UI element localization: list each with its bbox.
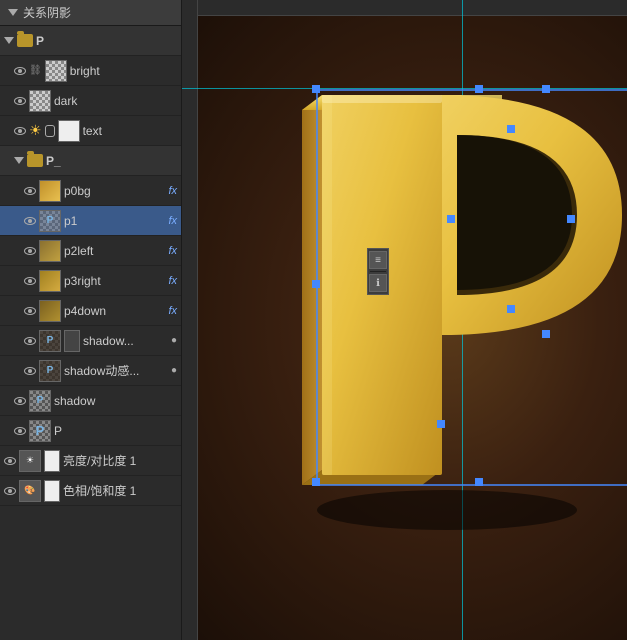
- layer-item-p2left[interactable]: p2left fx: [0, 236, 181, 266]
- layer-name-text: text: [83, 124, 177, 138]
- layer-thumbnail: [39, 180, 61, 202]
- visibility-eye[interactable]: [14, 397, 26, 405]
- fx-badge: fx: [168, 245, 177, 257]
- layer-mask-thumbnail: [44, 480, 60, 502]
- layer-name-shadow-dot: shadow...: [83, 334, 168, 348]
- panel-header: 关系阴影: [0, 0, 181, 26]
- layer-item-brightness[interactable]: ☀ 亮度/对比度 1: [0, 446, 181, 476]
- layer-name-p3right: p3right: [64, 274, 163, 288]
- layer-thumbnail: P: [39, 330, 61, 352]
- smart-filter-dot2: ●: [171, 365, 177, 376]
- visibility-eye[interactable]: [14, 127, 26, 135]
- layer-item-P-single[interactable]: P P: [0, 416, 181, 446]
- layer-item-hue-sat[interactable]: 🎨 色相/饱和度 1: [0, 476, 181, 506]
- layer-thumbnail: [29, 90, 51, 112]
- layers-list: P ⛓ bright dark ☀ text P_: [0, 26, 181, 640]
- layer-thumbnail: [58, 120, 80, 142]
- layer-thumbnail: [39, 300, 61, 322]
- layer-thumbnail: P: [39, 210, 61, 232]
- panel-title: 关系阴影: [23, 4, 71, 21]
- layer-name-shadow: shadow: [54, 394, 177, 408]
- smart-filter-dot: ●: [171, 335, 177, 346]
- fx-badge: fx: [168, 275, 177, 287]
- visibility-eye[interactable]: [24, 277, 36, 285]
- layer-item-shadow-dot[interactable]: P shadow... ●: [0, 326, 181, 356]
- layer-item-bright[interactable]: ⛓ bright: [0, 56, 181, 86]
- folder-icon: [27, 154, 43, 167]
- layer-thumbnail: [45, 60, 67, 82]
- layer-name-brightness: 亮度/对比度 1: [63, 452, 177, 469]
- layer-item-dark[interactable]: dark: [0, 86, 181, 116]
- layer-item-P-group[interactable]: P: [0, 26, 181, 56]
- layer-item-shadow-move[interactable]: P shadow动感... ●: [0, 356, 181, 386]
- float-btn-menu[interactable]: ≡: [369, 251, 387, 269]
- layers-panel: 关系阴影 P ⛓ bright dark ☀ text: [0, 0, 182, 640]
- canvas-letter-P: [262, 50, 627, 530]
- layer-thumbnail: 🎨: [19, 480, 41, 502]
- layer-thumbnail: [39, 240, 61, 262]
- layer-name-p0bg: p0bg: [64, 184, 163, 198]
- float-btn-info[interactable]: ℹ: [369, 274, 387, 292]
- layer-item-p3right[interactable]: p3right fx: [0, 266, 181, 296]
- fx-badge: fx: [168, 215, 177, 227]
- canvas-area: ≡ ℹ: [182, 0, 627, 640]
- layer-mask-thumbnail: [44, 450, 60, 472]
- group-arrow: [4, 37, 14, 44]
- layer-mask-thumbnail: [64, 330, 80, 352]
- fx-badge: fx: [168, 185, 177, 197]
- visibility-eye[interactable]: [14, 427, 26, 435]
- layer-name-P-subgroup: P_: [46, 154, 177, 168]
- layer-thumbnail: ☀: [19, 450, 41, 472]
- layer-name-dark: dark: [54, 94, 177, 108]
- chain-icon: ⛓: [29, 65, 42, 76]
- visibility-eye[interactable]: [24, 367, 36, 375]
- float-panel: ≡ ℹ: [367, 248, 389, 295]
- layer-thumbnail: P: [29, 390, 51, 412]
- layer-item-P-subgroup[interactable]: P_: [0, 146, 181, 176]
- fx-badge: fx: [168, 305, 177, 317]
- ruler-top: [182, 0, 627, 16]
- layer-item-p4down[interactable]: p4down fx: [0, 296, 181, 326]
- layer-name-p1: p1: [64, 214, 163, 228]
- visibility-eye[interactable]: [24, 217, 36, 225]
- layer-name-P-group: P: [36, 34, 177, 48]
- layer-item-p1[interactable]: P p1 fx: [0, 206, 181, 236]
- link-icon: [45, 125, 55, 137]
- visibility-eye[interactable]: [24, 337, 36, 345]
- folder-icon: [17, 34, 33, 47]
- collapse-arrow[interactable]: [8, 9, 18, 16]
- layer-name-P-single: P: [54, 424, 177, 438]
- ruler-left: [182, 0, 198, 640]
- visibility-eye[interactable]: [24, 187, 36, 195]
- layer-name-hue-sat: 色相/饱和度 1: [63, 482, 177, 499]
- layer-name-p4down: p4down: [64, 304, 163, 318]
- layer-thumbnail: [39, 270, 61, 292]
- subgroup-arrow: [14, 157, 24, 164]
- visibility-eye[interactable]: [24, 307, 36, 315]
- layer-name-shadow-move: shadow动感...: [64, 362, 168, 379]
- layer-item-shadow[interactable]: P shadow: [0, 386, 181, 416]
- layer-name-p2left: p2left: [64, 244, 163, 258]
- visibility-eye[interactable]: [14, 67, 26, 75]
- layer-thumbnail: P: [29, 420, 51, 442]
- layer-item-text[interactable]: ☀ text: [0, 116, 181, 146]
- sun-icon: ☀: [29, 122, 42, 139]
- visibility-eye[interactable]: [14, 97, 26, 105]
- layer-name-bright: bright: [70, 64, 177, 78]
- visibility-eye[interactable]: [4, 457, 16, 465]
- layer-thumbnail: P: [39, 360, 61, 382]
- visibility-eye[interactable]: [24, 247, 36, 255]
- layer-item-p0bg[interactable]: p0bg fx: [0, 176, 181, 206]
- visibility-eye[interactable]: [4, 487, 16, 495]
